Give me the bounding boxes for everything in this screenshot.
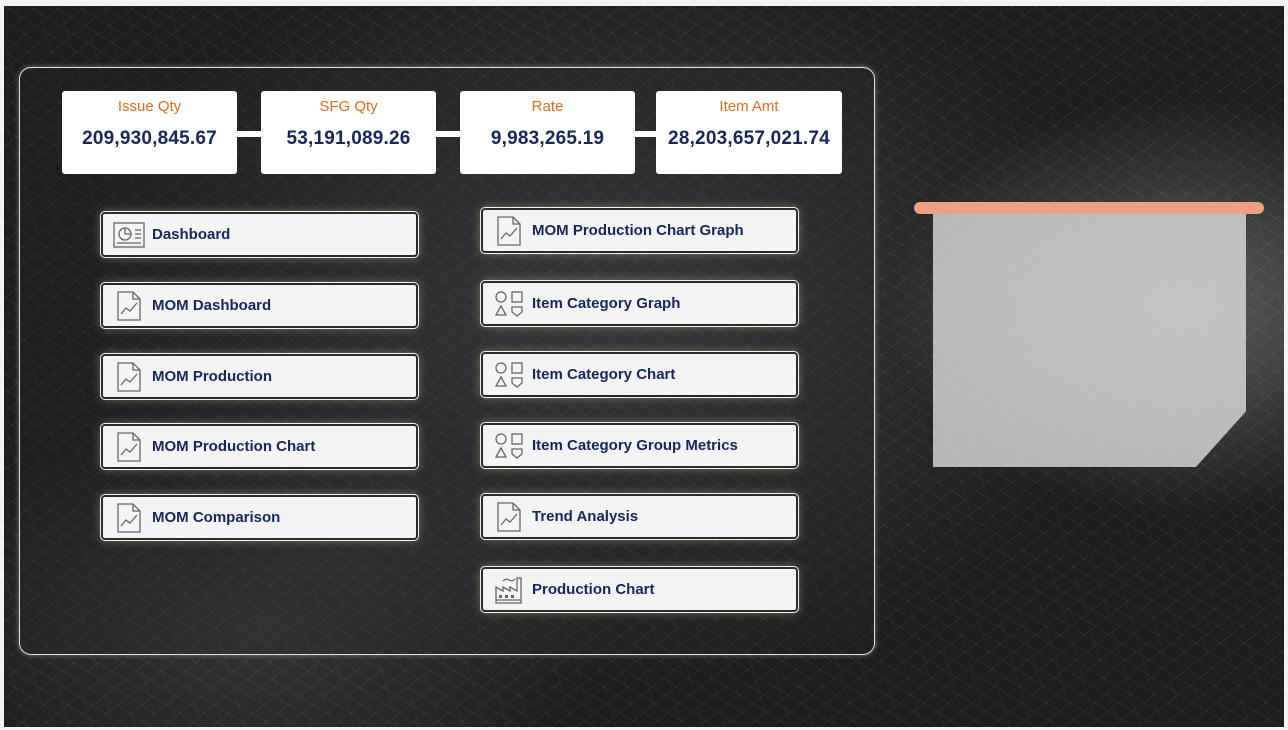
shapes-icon [492,289,526,319]
kpi-label: SFG Qty [319,98,378,115]
nav-button-label: MOM Production [152,368,272,385]
nav-button-label: MOM Comparison [152,509,281,526]
report-icon [492,215,526,246]
report-icon [112,361,146,392]
report-icon [112,290,146,321]
kpi-connector [635,131,656,137]
nav-button-mom-production-chart-graph[interactable]: MOM Production Chart Graph [480,207,799,254]
nav-button-item-category-chart[interactable]: Item Category Chart [480,351,799,398]
shapes-icon [492,431,526,461]
kpi-card-issue-qty: Issue Qty 209,930,845.67 [62,91,237,174]
dashboard-icon [112,220,146,250]
nav-button-label: Trend Analysis [532,508,639,525]
nav-button-item-category-group-metrics[interactable]: Item Category Group Metrics [480,422,799,469]
nav-button-label: Item Category Graph [532,295,681,312]
kpi-connector [436,131,460,137]
kpi-value: 53,191,089.26 [286,128,411,149]
kpi-card-sfg-qty: SFG Qty 53,191,089.26 [261,91,436,174]
kpi-card-rate: Rate 9,983,265.19 [460,91,635,174]
nav-button-label: Item Category Group Metrics [532,437,738,454]
kpi-label: Item Amt [719,98,779,115]
report-icon [112,502,146,533]
nav-button-production-chart[interactable]: Production Chart [480,566,799,613]
kpi-label: Issue Qty [117,98,182,115]
nav-button-dashboard[interactable]: Dashboard [100,211,419,258]
kpi-label: Rate [531,98,564,115]
kpi-value: 28,203,657,021.74 [668,128,830,149]
nav-button-label: MOM Dashboard [152,297,272,314]
kpi-value: 209,930,845.67 [82,128,217,149]
translucent-note-card [933,214,1246,467]
report-icon [112,431,146,462]
nav-button-item-category-graph[interactable]: Item Category Graph [480,280,799,327]
nav-button-trend-analysis[interactable]: Trend Analysis [480,493,799,540]
kpi-value: 9,983,265.19 [490,128,605,149]
nav-button-label: Production Chart [532,581,655,598]
nav-button-label: Item Category Chart [532,366,676,383]
nav-button-label: Dashboard [152,226,231,243]
kpi-card-item-amt: Item Amt 28,203,657,021.74 [656,91,842,174]
accent-bar [914,202,1264,214]
shapes-icon [492,360,526,390]
nav-button-label: MOM Production Chart [152,438,316,455]
kpi-connector [237,131,261,137]
nav-button-mom-dashboard[interactable]: MOM Dashboard [100,282,419,329]
nav-button-mom-production-chart[interactable]: MOM Production Chart [100,423,419,470]
factory-icon [492,575,526,605]
nav-button-mom-comparison[interactable]: MOM Comparison [100,494,419,541]
nav-button-label: MOM Production Chart Graph [532,222,744,239]
report-icon [492,501,526,532]
nav-button-mom-production[interactable]: MOM Production [100,353,419,400]
